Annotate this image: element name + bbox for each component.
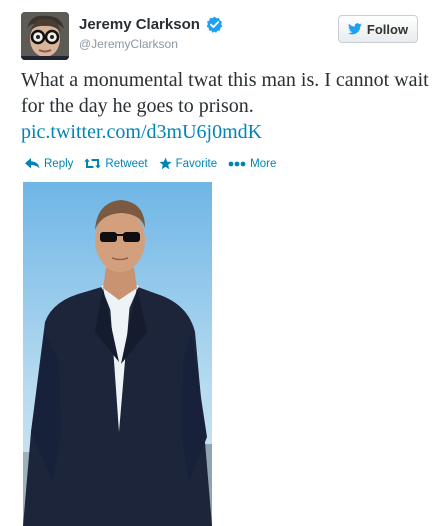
- follow-button-label: Follow: [366, 21, 409, 37]
- avatar[interactable]: [21, 12, 69, 60]
- favorite-button[interactable]: Favorite: [159, 157, 218, 170]
- reply-button[interactable]: Reply: [25, 158, 73, 170]
- follow-button[interactable]: Follow: [338, 15, 418, 43]
- star-icon: [159, 157, 172, 170]
- tweet-photo[interactable]: [23, 182, 212, 526]
- tweet-actions: Reply Retweet Favorite More: [25, 157, 287, 170]
- reply-icon: [25, 158, 40, 169]
- verified-badge-icon: [206, 16, 223, 33]
- user-name[interactable]: Jeremy Clarkson: [79, 16, 200, 33]
- tweet-body: What a monumental twat this man is. I ca…: [21, 69, 429, 117]
- more-label: More: [250, 157, 277, 170]
- retweet-label: Retweet: [105, 157, 148, 170]
- retweet-button[interactable]: Retweet: [84, 157, 148, 170]
- user-handle[interactable]: @JeremyClarkson: [79, 37, 178, 51]
- reply-label: Reply: [44, 157, 74, 170]
- tweet-media-link[interactable]: pic.twitter.com/d3mU6j0mdK: [21, 121, 262, 143]
- more-button[interactable]: More: [228, 158, 276, 170]
- tweet-text: What a monumental twat this man is. I ca…: [21, 67, 431, 145]
- more-dots-icon: [228, 161, 246, 166]
- favorite-label: Favorite: [175, 157, 218, 170]
- retweet-icon: [84, 158, 102, 169]
- twitter-bird-icon: [347, 23, 362, 35]
